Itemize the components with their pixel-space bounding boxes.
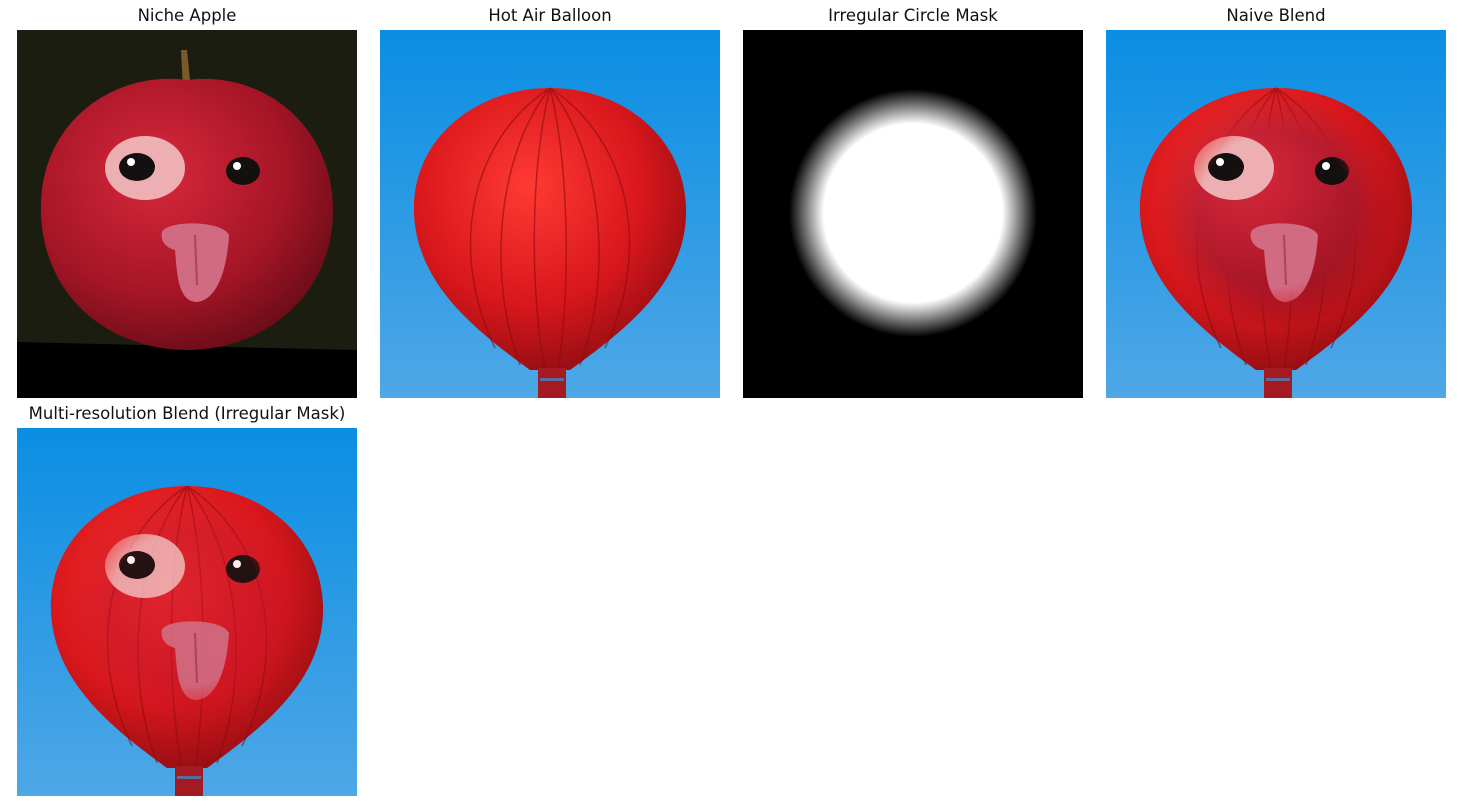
panel-title: Multi-resolution Blend (Irregular Mask) [28,404,346,423]
figure: { "panels": [ {"title": "Niche Apple"}, … [0,0,1462,808]
naive-blend-image [1106,30,1446,398]
panel-title: Naive Blend [1226,6,1326,25]
niche-apple-image [17,30,357,398]
panel-title: Irregular Circle Mask [828,6,998,25]
hot-air-balloon-image [380,30,720,398]
panel-title: Hot Air Balloon [488,6,612,25]
panel-title: Niche Apple [137,6,237,25]
irregular-circle-mask-image [743,30,1083,398]
multi-resolution-blend-image [17,428,357,796]
